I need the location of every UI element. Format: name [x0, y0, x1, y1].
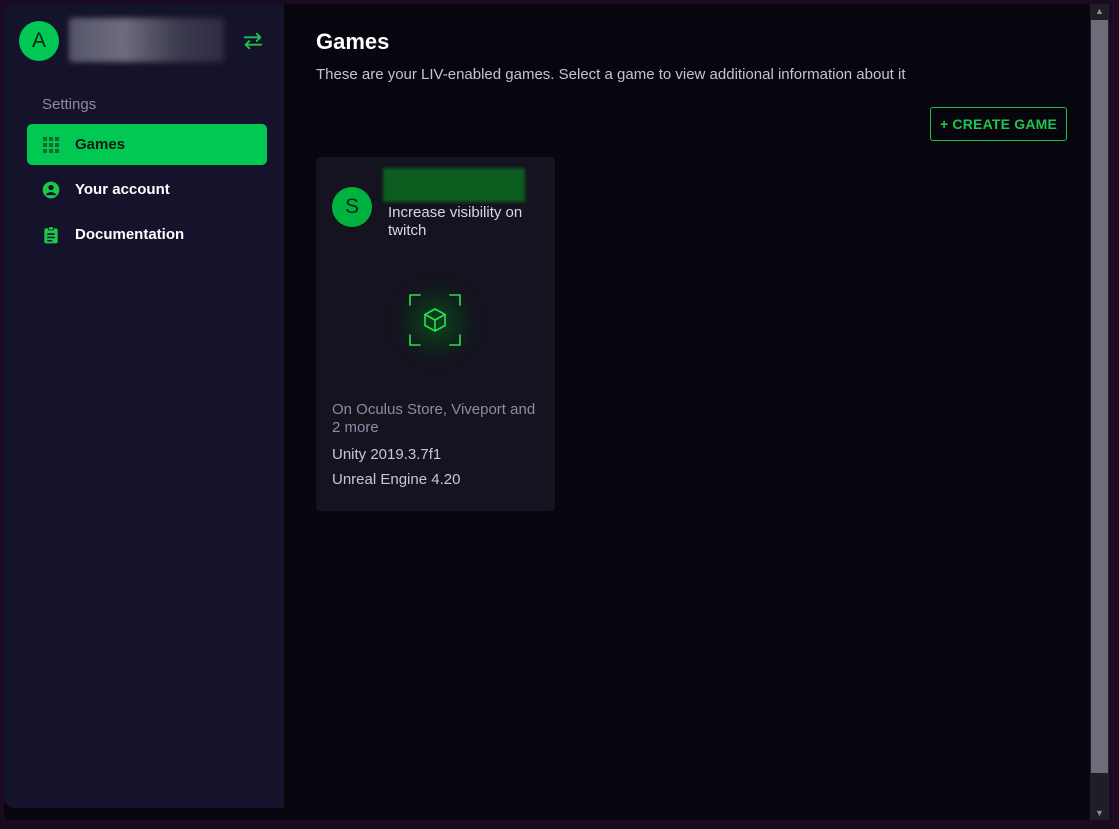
game-name-redacted	[383, 168, 525, 202]
settings-section-label: Settings	[42, 96, 97, 113]
game-stores: On Oculus Store, Viveport and 2 more	[332, 401, 536, 436]
scroll-up-arrow-icon[interactable]: ▲	[1090, 4, 1109, 18]
cube-scan-icon	[408, 293, 462, 347]
user-name-redacted	[69, 18, 224, 62]
grid-icon	[41, 135, 61, 155]
create-game-button[interactable]: + CREATE GAME	[930, 107, 1067, 141]
scrollbar-thumb[interactable]	[1091, 20, 1108, 773]
sidebar: A Settings Games Your account Documentat…	[4, 4, 284, 808]
game-engine: Unreal Engine 4.20	[332, 471, 461, 488]
clipboard-icon	[41, 225, 61, 245]
scroll-down-arrow-icon[interactable]: ▼	[1090, 806, 1109, 820]
page-subtitle: These are your LIV-enabled games. Select…	[316, 66, 906, 83]
sidebar-item-your-account[interactable]: Your account	[27, 169, 267, 210]
sidebar-item-label: Your account	[75, 181, 170, 198]
sidebar-item-documentation[interactable]: Documentation	[27, 214, 267, 255]
game-avatar: S	[332, 187, 372, 227]
sidebar-item-label: Games	[75, 136, 126, 153]
game-description: Increase visibility on twitch	[388, 204, 523, 239]
switch-account-icon[interactable]	[242, 30, 264, 52]
sidebar-item-label: Documentation	[75, 226, 185, 243]
account-circle-icon	[41, 180, 61, 200]
vertical-scrollbar[interactable]: ▲ ▼	[1090, 4, 1109, 820]
sidebar-item-games[interactable]: Games	[27, 124, 267, 165]
game-card[interactable]: S Increase visibility on twitch On Oculu…	[316, 157, 555, 511]
user-avatar[interactable]: A	[19, 21, 59, 61]
app-window: A Settings Games Your account Documentat…	[4, 4, 1092, 820]
page-title: Games	[316, 29, 390, 54]
game-engine: Unity 2019.3.7f1	[332, 446, 442, 463]
